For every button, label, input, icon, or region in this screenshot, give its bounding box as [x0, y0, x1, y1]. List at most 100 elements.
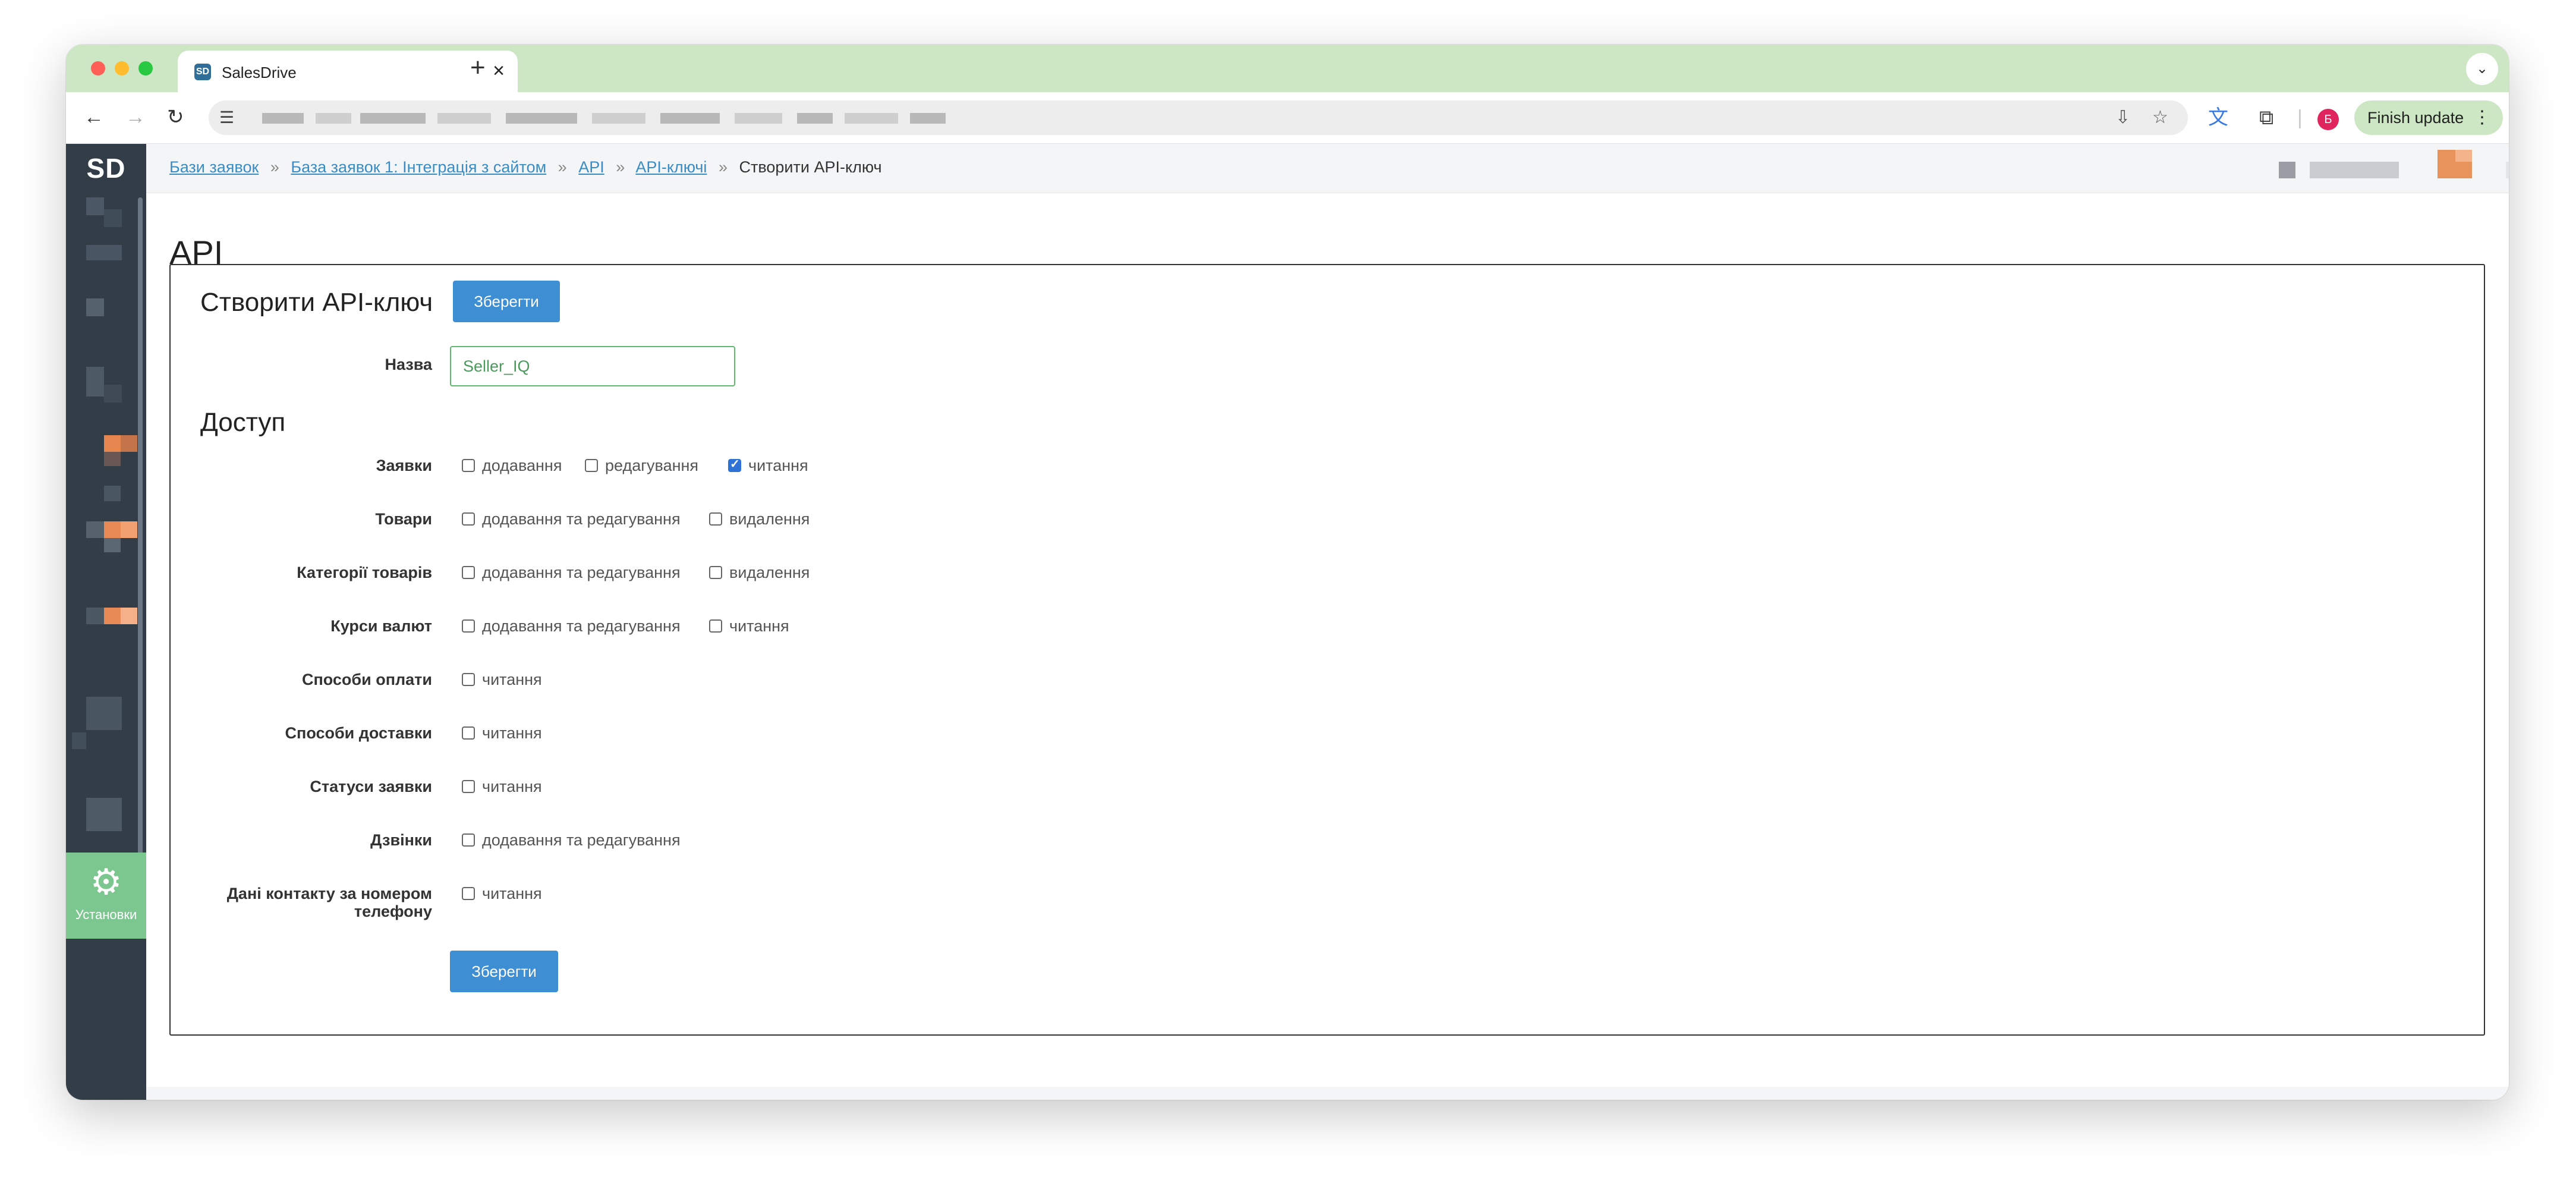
- sidebar-item-settings[interactable]: ⚙ Установки: [66, 853, 146, 939]
- checkbox-categories-add-edit[interactable]: [462, 566, 475, 579]
- redacted-url: [262, 113, 304, 124]
- back-arrow-icon[interactable]: ←: [84, 103, 104, 131]
- sidebar-item-redacted[interactable]: [86, 367, 104, 397]
- sidebar-item-redacted[interactable]: [86, 798, 122, 831]
- checkbox-contact-read[interactable]: [462, 887, 475, 900]
- checkbox-products-delete[interactable]: [709, 512, 722, 526]
- footer-strip: [146, 1087, 2509, 1100]
- access-row-label-line1: Дані контакту за номером: [226, 885, 432, 902]
- option-label: видалення: [729, 510, 810, 528]
- sidebar-item-redacted[interactable]: [121, 435, 137, 452]
- option-label: редагування: [605, 457, 699, 474]
- sidebar-item-redacted[interactable]: [104, 209, 122, 227]
- main-content: Бази заявок » База заявок 1: Інтеграція …: [146, 144, 2509, 1100]
- checkbox-delivery-read[interactable]: [462, 726, 475, 740]
- checkbox-orders-add[interactable]: [462, 459, 475, 472]
- breadcrumb-separator: »: [558, 158, 567, 176]
- checkbox-statuses-read[interactable]: [462, 780, 475, 793]
- redacted-url: [910, 113, 946, 124]
- finish-update-button[interactable]: Finish update ⋮: [2354, 100, 2503, 135]
- redacted-url: [592, 113, 645, 124]
- checkbox-orders-edit[interactable]: [585, 459, 598, 472]
- breadcrumb-link-api[interactable]: API: [578, 158, 604, 176]
- checkbox-currency-read[interactable]: [709, 619, 722, 633]
- bookmark-star-icon[interactable]: ☆: [2152, 106, 2168, 129]
- app-area: SD ⚙ Установки Бази заявок » База заявок…: [66, 144, 2509, 1100]
- breadcrumb-current: Створити API-ключ: [739, 158, 882, 176]
- sidebar-item-redacted[interactable]: [86, 197, 104, 215]
- sidebar-scrollbar[interactable]: [138, 197, 143, 857]
- sidebar-item-redacted[interactable]: [72, 732, 86, 749]
- checkbox-products-add-edit[interactable]: [462, 512, 475, 526]
- salesdrive-favicon-icon: SD: [194, 64, 211, 80]
- sidebar-item-redacted[interactable]: [104, 452, 121, 466]
- install-app-icon[interactable]: ⇩: [2115, 106, 2130, 129]
- minimize-window-button[interactable]: [115, 61, 129, 76]
- access-row-calls: Дзвінки додавання та редагування: [171, 831, 2484, 855]
- sidebar-item-redacted[interactable]: [104, 486, 121, 501]
- sidebar-item-redacted[interactable]: [86, 521, 104, 538]
- forward-arrow-icon[interactable]: →: [125, 103, 146, 131]
- redacted-url: [506, 113, 577, 124]
- close-window-button[interactable]: [91, 61, 105, 76]
- redacted-url: [660, 113, 720, 124]
- salesdrive-logo[interactable]: SD: [66, 152, 146, 184]
- sidebar-item-redacted[interactable]: [86, 697, 122, 730]
- access-row-products: Товари додавання та редагування видаленн…: [171, 510, 2484, 534]
- breadcrumb-link-database-1[interactable]: База заявок 1: Інтеграція з сайтом: [291, 158, 546, 176]
- sidebar-item-redacted[interactable]: [86, 298, 104, 316]
- profile-avatar[interactable]: Б: [2317, 109, 2339, 130]
- site-settings-icon[interactable]: ☰: [219, 106, 234, 129]
- checkbox-calls-add-edit[interactable]: [462, 833, 475, 847]
- access-row-payment-methods: Способи оплати читання: [171, 671, 2484, 694]
- sidebar-item-label: Установки: [75, 907, 137, 922]
- redacted-user-avatar: [2455, 150, 2472, 162]
- sidebar-item-redacted[interactable]: [104, 521, 121, 538]
- breadcrumb-link-api-keys[interactable]: API-ключі: [635, 158, 707, 176]
- sidebar-item-redacted[interactable]: [86, 245, 122, 260]
- sidebar-item-redacted[interactable]: [104, 435, 121, 452]
- redacted-url: [797, 113, 833, 124]
- checkbox-payment-read[interactable]: [462, 673, 475, 686]
- tab-list-chevron-icon[interactable]: ⌄: [2466, 53, 2498, 85]
- sidebar-item-redacted[interactable]: [121, 521, 137, 538]
- sidebar-item-redacted[interactable]: [104, 538, 121, 552]
- access-row-currency-rates: Курси валют додавання та редагування чит…: [171, 617, 2484, 641]
- translate-icon[interactable]: 文: [2208, 104, 2228, 131]
- new-tab-icon[interactable]: +: [470, 52, 486, 84]
- api-key-name-input[interactable]: Seller_IQ: [450, 346, 735, 386]
- sidebar-item-redacted[interactable]: [121, 608, 137, 624]
- redacted-user-info[interactable]: [2506, 162, 2509, 178]
- save-button-top[interactable]: Зберегти: [453, 281, 560, 322]
- sidebar-item-redacted[interactable]: [104, 385, 122, 402]
- sidebar-item-redacted[interactable]: [86, 608, 104, 624]
- access-row-label: Способи доставки: [285, 724, 432, 742]
- option-label: читання: [482, 885, 542, 902]
- access-row-order-statuses: Статуси заявки читання: [171, 778, 2484, 801]
- zoom-window-button[interactable]: [138, 61, 153, 76]
- breadcrumb-link-databases[interactable]: Бази заявок: [169, 158, 259, 176]
- checkbox-categories-delete[interactable]: [709, 566, 722, 579]
- checkbox-currency-add-edit[interactable]: [462, 619, 475, 633]
- option-label: читання: [482, 671, 542, 688]
- browser-toolbar: ← → ↻ ☰ ⇩ ☆ 文 ⧉ | Б Finish update ⋮: [66, 92, 2509, 144]
- finish-update-label: Finish update: [2367, 109, 2464, 127]
- access-section-title: Доступ: [200, 408, 286, 437]
- redacted-url: [735, 113, 782, 124]
- save-button-bottom[interactable]: Зберегти: [450, 951, 558, 992]
- form-title: Створити API-ключ: [200, 288, 433, 317]
- access-row-label: Категорії товарів: [297, 564, 432, 581]
- breadcrumb-separator: »: [616, 158, 625, 176]
- close-tab-icon[interactable]: ×: [493, 60, 505, 81]
- breadcrumb-bar: Бази заявок » База заявок 1: Інтеграція …: [146, 144, 2509, 193]
- browser-menu-icon[interactable]: ⋮: [2473, 100, 2491, 135]
- option-label: читання: [729, 617, 789, 635]
- redacted-user-info[interactable]: [2279, 162, 2295, 178]
- address-bar[interactable]: ☰ ⇩ ☆: [209, 100, 2188, 135]
- reload-icon[interactable]: ↻: [167, 103, 184, 131]
- browser-tab[interactable]: SD SalesDrive ×: [178, 51, 518, 92]
- redacted-user-info[interactable]: [2310, 162, 2399, 178]
- sidebar-item-redacted[interactable]: [104, 608, 121, 624]
- extensions-puzzle-icon[interactable]: ⧉: [2259, 104, 2273, 131]
- checkbox-orders-read[interactable]: [728, 457, 741, 472]
